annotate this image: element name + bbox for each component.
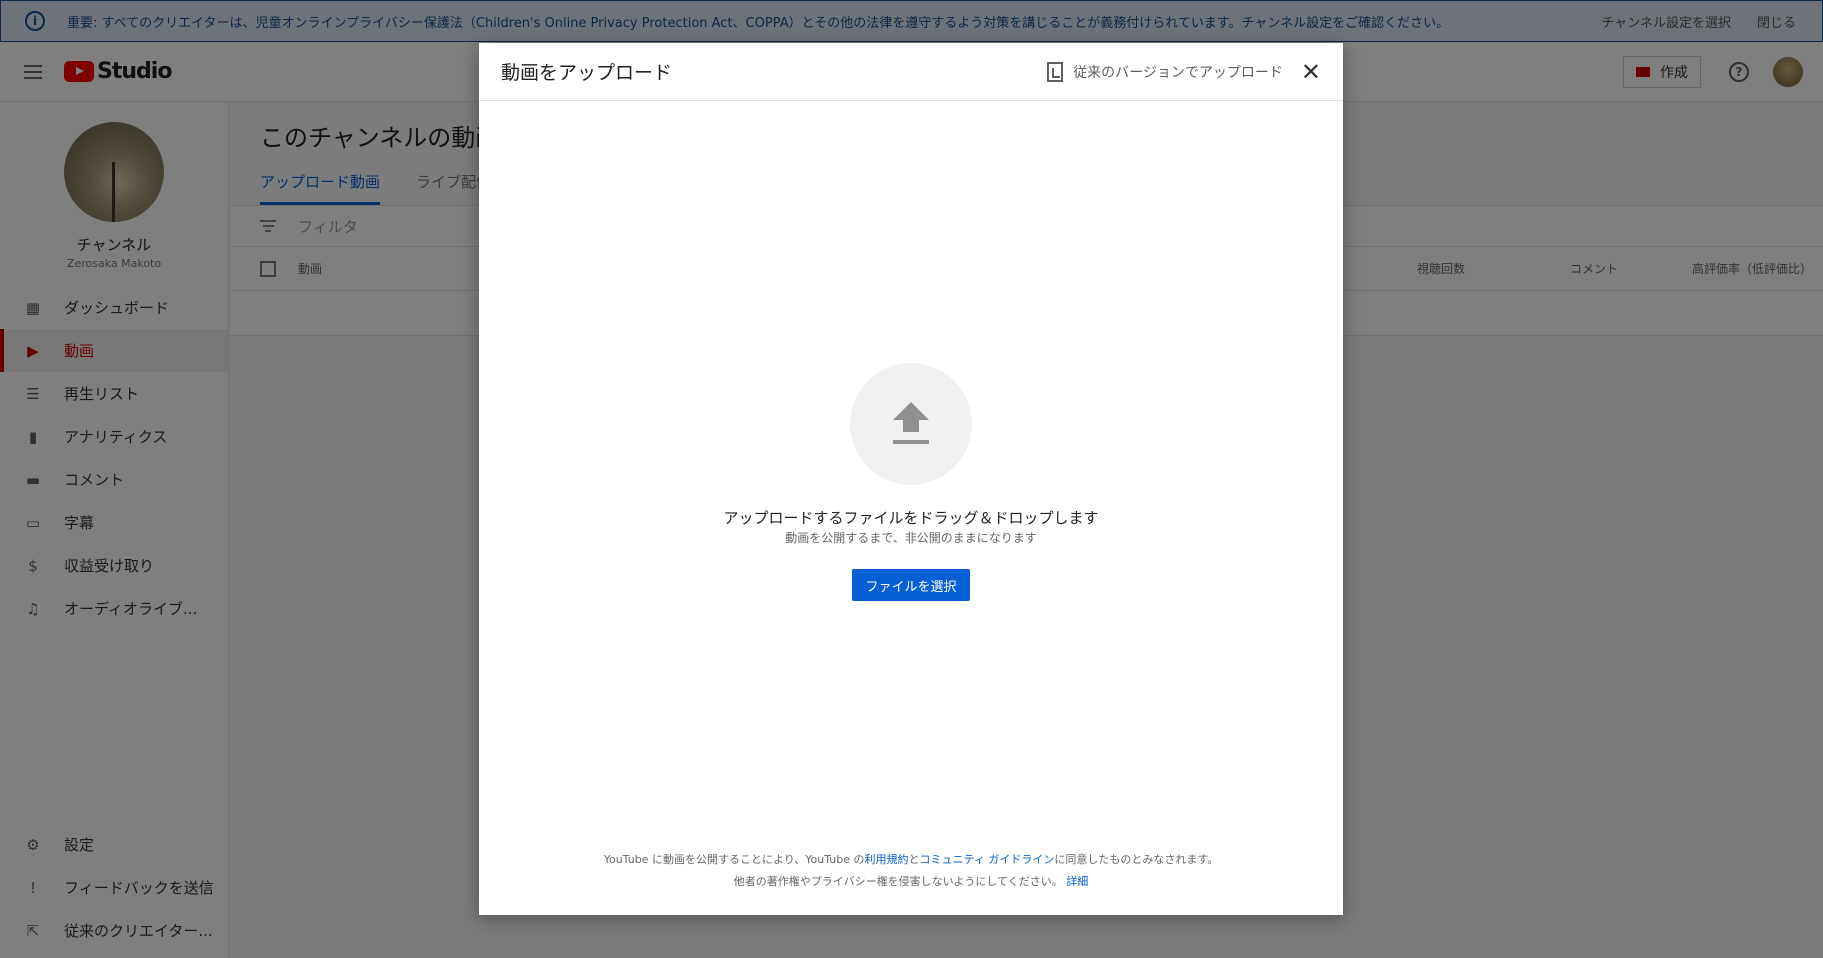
terms-text-1: YouTube に動画を公開することにより、YouTube の [603,853,865,866]
community-guidelines-link[interactable]: コミュニティ ガイドライン [920,853,1055,866]
terms-of-service-link[interactable]: 利用規約 [865,853,909,866]
close-icon[interactable]: ✕ [1301,60,1321,84]
dialog-header: 動画をアップロード 従来のバージョンでアップロード ✕ [479,43,1343,101]
copyright-notice: 他者の著作権やプライバシー権を侵害しないようにしてください。 詳細 [479,873,1343,889]
details-link[interactable]: 詳細 [1066,875,1088,888]
upload-drop-zone[interactable] [850,363,972,485]
private-note: 動画を公開するまで、非公開のままになります [785,531,1037,545]
upload-dialog: 動画をアップロード 従来のバージョンでアップロード ✕ アップロードするファイル… [479,43,1343,915]
terms-notice: YouTube に動画を公開することにより、YouTube の利用規約とコミュニ… [479,851,1343,867]
terms-and: と [908,853,920,866]
terms-text-2: に同意したものとみなされます。 [1054,853,1219,866]
drag-drop-instruction: アップロードするファイルをドラッグ＆ドロップします [723,509,1099,527]
legacy-upload-icon [1047,61,1064,82]
copyright-text: 他者の著作権やプライバシー権を侵害しないようにしてください。 [733,875,1063,888]
legacy-upload-link[interactable]: 従来のバージョンでアップロード [1073,62,1283,82]
select-file-button[interactable]: ファイルを選択 [852,569,970,601]
dialog-title: 動画をアップロード [501,62,673,84]
upload-arrow-icon [893,402,929,444]
